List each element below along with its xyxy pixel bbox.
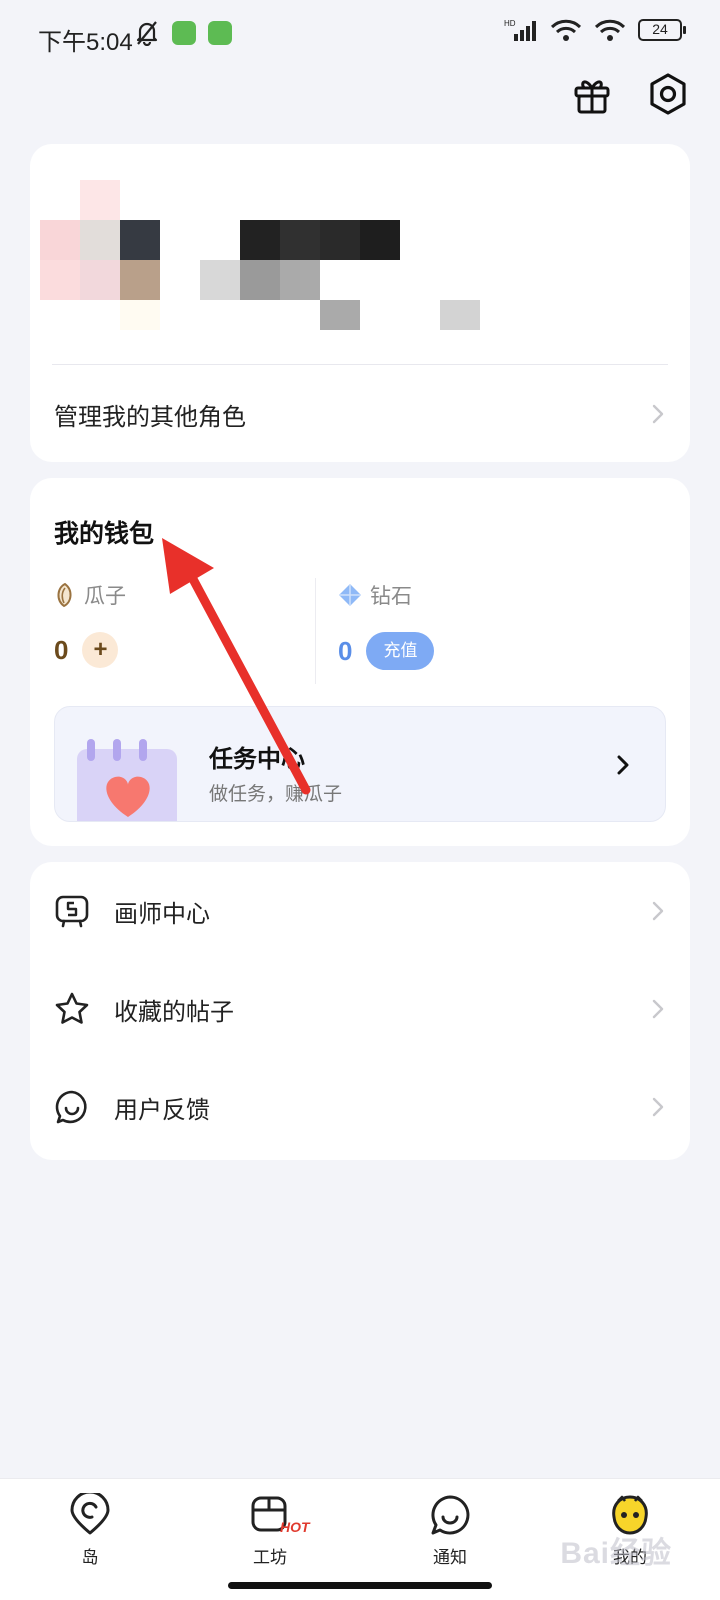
diamond-value: 0 [338, 635, 353, 666]
nav-workshop[interactable]: HOT 工坊 [210, 1493, 330, 1568]
recharge-button[interactable]: 充值 [366, 632, 435, 670]
wallet-card: 我的钱包 瓜子 0 + 钻石 0 充值 任务中心 做任务，赚瓜子 [30, 478, 690, 846]
nav-notifications[interactable]: 通知 [390, 1493, 510, 1568]
chat-bubble-icon [431, 1495, 470, 1535]
island-pin-icon [70, 1493, 110, 1535]
wallet-title: 我的钱包 [54, 520, 155, 548]
profile-card: 管理我的其他角色 [30, 144, 690, 462]
divider [52, 364, 668, 365]
signal-icon: HD [504, 19, 536, 41]
menu-item-saved-posts[interactable]: 收藏的帖子 [30, 960, 690, 1058]
nav-label: 工坊 [253, 1548, 287, 1567]
seed-balance: 瓜子 0 + [54, 580, 126, 668]
nav-label: 岛 [81, 1548, 99, 1567]
app-notification-icon [208, 21, 232, 45]
seed-value: 0 [54, 634, 69, 665]
home-indicator[interactable] [228, 1582, 492, 1589]
chevron-right-icon [652, 1097, 664, 1117]
smile-bubble-icon [55, 1090, 87, 1124]
nav-label: 通知 [433, 1548, 467, 1567]
diamond-icon [339, 584, 361, 606]
calendar-heart-icon [77, 739, 177, 821]
menu-card: 画师中心 收藏的帖子 用户反馈 [30, 862, 690, 1160]
watermark: Bai经验 [560, 1537, 672, 1570]
menu-item-feedback[interactable]: 用户反馈 [30, 1058, 690, 1156]
bell-muted-icon [136, 21, 158, 46]
status-time: 下午5:04 [38, 29, 133, 56]
wifi-icon [594, 19, 626, 41]
diamond-balance: 钻石 0 充值 [338, 580, 435, 670]
status-bar: 下午5:04 HD 24 [0, 0, 720, 70]
chevron-right-icon [652, 999, 664, 1019]
hot-badge: HOT [280, 1519, 310, 1535]
star-icon [55, 992, 89, 1024]
app-notification-icon [172, 21, 196, 45]
svg-text:HD: HD [504, 19, 516, 28]
painter-board-icon [55, 895, 89, 928]
chevron-right-icon [652, 404, 664, 424]
menu-item-label: 画师中心 [114, 900, 210, 928]
menu-item-label: 用户反馈 [114, 1096, 210, 1124]
hexagon-gear-icon[interactable] [646, 72, 690, 116]
gift-icon[interactable] [570, 72, 614, 116]
task-center-title: 任务中心 [209, 746, 305, 773]
avatar-mosaic [40, 180, 480, 330]
manage-roles-row[interactable]: 管理我的其他角色 [30, 366, 690, 462]
chevron-right-icon [617, 755, 629, 775]
chevron-right-icon [652, 901, 664, 921]
task-center-banner[interactable]: 任务中心 做任务，赚瓜子 [54, 706, 666, 822]
seed-label: 瓜子 [84, 585, 126, 608]
menu-item-painter-center[interactable]: 画师中心 [30, 862, 690, 960]
nav-island[interactable]: 岛 [30, 1493, 150, 1568]
divider [315, 578, 316, 684]
diamond-label: 钻石 [370, 585, 412, 608]
add-seed-button[interactable]: + [82, 632, 119, 668]
top-actions [570, 72, 690, 116]
manage-roles-label: 管理我的其他角色 [54, 403, 246, 431]
battery-indicator: 24 [638, 19, 686, 41]
seed-icon [57, 582, 72, 608]
task-center-subtitle: 做任务，赚瓜子 [209, 784, 343, 805]
menu-item-label: 收藏的帖子 [114, 998, 234, 1026]
wifi-icon [550, 19, 582, 41]
